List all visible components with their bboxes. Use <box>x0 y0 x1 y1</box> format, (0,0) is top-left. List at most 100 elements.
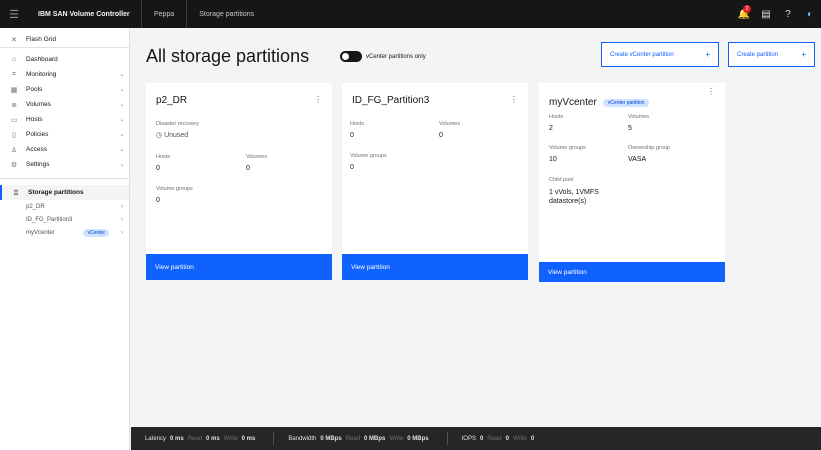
sidebar-item-access[interactable]: ♙ Access ⌄ <box>0 142 129 157</box>
card-title-text: myVcenter <box>549 97 597 108</box>
bandwidth-write-label: Write <box>389 435 404 442</box>
sidebar-sub-myvcenter[interactable]: myVcenter vCenter › <box>0 226 129 239</box>
partition-card-myvcenter: myVcenter vCenter partition ⋮ Hosts 2 Vo… <box>539 83 725 282</box>
main-content: All storage partitions vCenter partition… <box>131 28 821 426</box>
field-label: Hosts <box>156 154 171 160</box>
sidebar-item-hosts[interactable]: ▭ Hosts ⌄ <box>0 112 129 127</box>
chevron-down-icon: ⌄ <box>119 132 125 138</box>
field-label: Volume groups <box>549 145 586 151</box>
sidebar-item-storage-partitions[interactable]: ♖ Storage partitions <box>0 185 129 200</box>
latency-write-value: 0 ms <box>241 435 256 442</box>
volumes-value: 5 <box>628 125 632 132</box>
product-name[interactable]: IBM SAN Volume Controller <box>28 0 142 28</box>
hosts-value: 2 <box>549 125 553 132</box>
sidebar-item-volumes[interactable]: ≣ Volumes ⌄ <box>0 97 129 112</box>
sidebar-item-monitoring[interactable]: ⌗ Monitoring ⌄ <box>0 67 129 82</box>
bandwidth-value: 0 MBps <box>320 435 342 442</box>
latency-read-label: Read <box>187 435 203 442</box>
help-icon[interactable]: ? <box>777 0 799 28</box>
field-label: Volumes <box>439 121 461 127</box>
sidebar: ✕ Flash Grid ⌂ Dashboard ⌗ Monitoring ⌄ … <box>0 28 130 450</box>
field-label: Ownership group <box>628 145 670 151</box>
sidebar-item-label: Policies <box>26 131 49 138</box>
chevron-down-icon: ⌄ <box>119 147 125 153</box>
sidebar-sub-label: myVcenter <box>26 229 55 236</box>
hosts-value: 0 <box>156 165 160 172</box>
iops-value: 0 <box>479 435 484 442</box>
menu-icon[interactable]: ☰ <box>0 0 28 28</box>
field-label: Disaster recovery <box>156 121 199 127</box>
sidebar-sub-label: p2_DR <box>26 203 45 210</box>
chevron-right-icon: › <box>121 203 123 210</box>
button-label: Create vCenter partition <box>610 51 674 58</box>
sidebar-item-label: Volumes <box>26 101 51 108</box>
chevron-down-icon: ⌄ <box>119 72 125 78</box>
toggle-label: vCenter partitions only <box>366 53 426 60</box>
vcenter-toggle[interactable] <box>340 51 362 62</box>
overflow-menu-icon[interactable]: ⋮ <box>707 87 715 96</box>
field-label: Hosts <box>549 114 564 120</box>
card-title: myVcenter vCenter partition <box>549 97 650 108</box>
sidebar-item-label: Pools <box>26 86 43 93</box>
clipboard-icon[interactable]: ▤ <box>755 0 777 28</box>
field-label: Volume groups <box>350 153 387 159</box>
button-label: Create partition <box>737 51 779 58</box>
sidebar-item-pools[interactable]: ▦ Pools ⌄ <box>0 82 129 97</box>
overflow-menu-icon[interactable]: ⋮ <box>314 95 322 104</box>
latency-write-label: Write <box>223 435 238 442</box>
volume-groups-value: 0 <box>350 164 354 171</box>
overflow-menu-icon[interactable]: ⋮ <box>510 95 518 104</box>
sidebar-sub-p2-dr[interactable]: p2_DR › <box>0 200 129 213</box>
iops-write-label: Write <box>512 435 527 442</box>
sidebar-item-settings[interactable]: ⚙ Settings ⌄ <box>0 157 129 172</box>
user-icon[interactable]: ◐ <box>799 0 821 28</box>
page-title: All storage partitions <box>146 46 310 66</box>
dr-value-text: Unused <box>164 132 189 139</box>
field-label: Volumes <box>246 154 268 160</box>
sidebar-item-label: Settings <box>26 161 50 168</box>
tab-peppa[interactable]: Peppa <box>142 0 188 28</box>
vcenter-tag: vCenter <box>83 228 109 237</box>
iops-label: IOPS <box>461 435 476 442</box>
plus-icon: + <box>705 50 710 59</box>
volumes-value: 0 <box>246 165 250 172</box>
sidebar-item-dashboard[interactable]: ⌂ Dashboard <box>0 52 129 67</box>
volume-groups-value: 10 <box>549 156 557 163</box>
sidebar-item-policies[interactable]: ▯ Policies ⌄ <box>0 127 129 142</box>
iops-group: IOPS 0 Read 0 Write 0 <box>448 432 553 445</box>
tab-storage-partitions[interactable]: Storage partitions <box>187 0 266 28</box>
card-title: ID_FG_Partition3 <box>352 95 430 106</box>
view-partition-button[interactable]: View partition <box>342 254 528 280</box>
iops-write-value: 0 <box>530 435 535 442</box>
chart-icon: ⌗ <box>12 70 16 78</box>
vcenter-toggle-wrap[interactable]: vCenter partitions only <box>340 51 426 62</box>
volumes-value: 0 <box>439 132 443 139</box>
iops-read-label: Read <box>487 435 502 442</box>
bandwidth-write-value: 0 MBps <box>407 435 429 442</box>
partition-card-p2-dr: p2_DR ⋮ Disaster recovery ◷ Unused Hosts… <box>146 83 332 280</box>
notification-icon[interactable]: 🔔 2 <box>733 0 755 28</box>
volumes-icon: ≣ <box>11 101 17 109</box>
chevron-right-icon: › <box>121 216 123 223</box>
latency-value: 0 ms <box>170 435 184 442</box>
volume-groups-value: 0 <box>156 197 160 204</box>
sidebar-sub-id-fg-partition3[interactable]: ID_FG_Partition3 › <box>0 213 129 226</box>
create-partition-button[interactable]: Create partition + <box>728 42 815 67</box>
plus-icon: + <box>801 50 806 59</box>
field-label: Child pool <box>549 177 574 183</box>
chevron-down-icon: ⌄ <box>119 87 125 93</box>
sidebar-header[interactable]: ✕ Flash Grid <box>0 32 129 48</box>
top-bar: ☰ IBM SAN Volume Controller Peppa Storag… <box>0 0 821 28</box>
create-vcenter-partition-button[interactable]: Create vCenter partition + <box>601 42 719 67</box>
ownership-group-value: VASA <box>628 156 647 163</box>
view-partition-button[interactable]: View partition <box>539 262 725 282</box>
child-pool-value: 1 vVols, 1VMFS datastore(s) <box>549 189 599 205</box>
notification-badge: 2 <box>743 5 751 13</box>
hosts-icon: ▭ <box>10 116 18 124</box>
chevron-down-icon: ⌄ <box>119 117 125 123</box>
view-partition-button[interactable]: View partition <box>146 254 332 280</box>
iops-read-value: 0 <box>505 435 509 442</box>
bandwidth-label: Bandwidth <box>288 435 317 442</box>
sidebar-item-label: Access <box>26 146 47 153</box>
clock-icon: ◷ <box>156 132 163 139</box>
